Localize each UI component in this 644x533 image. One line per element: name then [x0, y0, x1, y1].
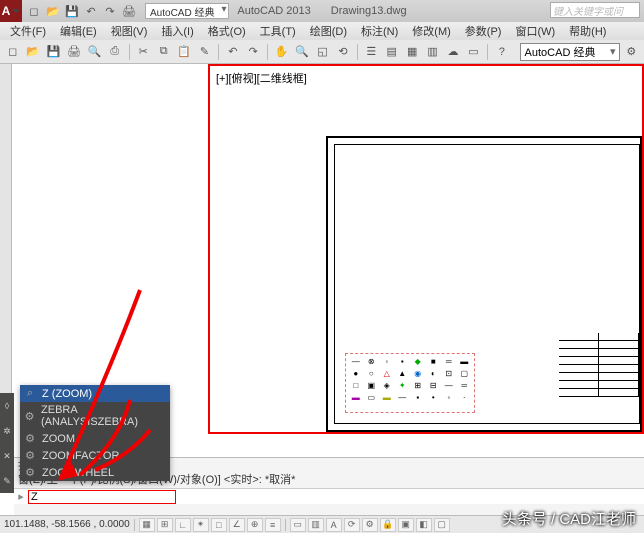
menu-modify[interactable]: 修改(M) [406, 23, 457, 39]
cmd-icon: ⚙ [24, 410, 35, 423]
ortho-toggle[interactable]: ∟ [175, 518, 191, 532]
tool-palette-icon[interactable]: ▦ [403, 43, 420, 61]
qat-new-icon[interactable]: ◻ [26, 3, 42, 19]
clean-screen-toggle[interactable]: ▢ [434, 518, 450, 532]
qat-undo-icon[interactable]: ↶ [83, 3, 99, 19]
title-bar: A ◻ 📂 💾 ↶ ↷ 🖨 AutoCAD 经典 AutoCAD 2013 Dr… [0, 0, 644, 22]
redo-icon[interactable]: ↷ [245, 43, 262, 61]
menu-draw[interactable]: 绘图(D) [304, 23, 353, 39]
lock-toggle[interactable]: 🔒 [380, 518, 396, 532]
undo-icon[interactable]: ↶ [224, 43, 241, 61]
polar-toggle[interactable]: ✴ [193, 518, 209, 532]
cmd-icon: ⚙ [24, 466, 36, 479]
annotation-vis-toggle[interactable]: ⟳ [344, 518, 360, 532]
hardware-accel-toggle[interactable]: ▣ [398, 518, 414, 532]
viewport-frame: [+][俯视][二维线框] —⊗◦▪◆■═▬ ●○△▲◉◐⊡▢ □▣◈✦⊞⊟—═… [208, 64, 644, 434]
cut-icon[interactable]: ✂ [135, 43, 152, 61]
menu-edit[interactable]: 编辑(E) [54, 23, 103, 39]
autocomplete-item[interactable]: ⚙ZOOMFACTOR [20, 447, 170, 464]
palette-lightbulb-icon[interactable]: ◊ [2, 401, 12, 411]
command-input[interactable] [28, 490, 176, 504]
publish-icon[interactable]: ⎙ [106, 43, 123, 61]
drawing-canvas[interactable]: [+][俯视][二维线框] —⊗◦▪◆■═▬ ●○△▲◉◐⊡▢ □▣◈✦⊞⊟—═… [12, 64, 644, 439]
workspace-switch[interactable]: ⚙ [362, 518, 378, 532]
plot-icon[interactable]: 🖨 [65, 43, 82, 61]
status-bar: 101.1488, -58.1566 , 0.0000 ▦ ⊞ ∟ ✴ □ ∠ … [0, 515, 644, 533]
workspace-dropdown[interactable]: AutoCAD 经典 [145, 3, 229, 19]
drawing-paper: —⊗◦▪◆■═▬ ●○△▲◉◐⊡▢ □▣◈✦⊞⊟—═ ▬▭▬—▪•◦· [326, 136, 642, 432]
copy-icon[interactable]: ⧉ [155, 43, 172, 61]
drawing-border: —⊗◦▪◆■═▬ ●○△▲◉◐⊡▢ □▣◈✦⊞⊟—═ ▬▭▬—▪•◦· [334, 144, 640, 424]
snap-toggle[interactable]: ▦ [139, 518, 155, 532]
save-icon[interactable]: 💾 [45, 43, 62, 61]
coordinates-readout: 101.1488, -58.1566 , 0.0000 [4, 519, 130, 530]
help-search-input[interactable]: 键入关键字或问 [550, 2, 640, 18]
new-icon[interactable]: ◻ [4, 43, 21, 61]
menu-bar: 文件(F) 编辑(E) 视图(V) 插入(I) 格式(O) 工具(T) 绘图(D… [0, 22, 644, 40]
standard-toolbar: ◻ 📂 💾 🖨 🔍 ⎙ ✂ ⧉ 📋 ✎ ↶ ↷ ✋ 🔍 ◱ ⟲ ☰ ▤ ▦ ▥ … [0, 40, 644, 64]
calc-icon[interactable]: ▭ [465, 43, 482, 61]
model-toggle[interactable]: ▭ [290, 518, 306, 532]
command-prompt-icon: ▸ [14, 490, 28, 503]
autocomplete-item[interactable]: ⚙ZEBRA (ANALYSISZEBRA) [20, 402, 170, 430]
symbol-legend: —⊗◦▪◆■═▬ ●○△▲◉◐⊡▢ □▣◈✦⊞⊟—═ ▬▭▬—▪•◦· [345, 353, 475, 413]
markup-icon[interactable]: ☁ [444, 43, 461, 61]
quickview-toggle[interactable]: ▥ [308, 518, 324, 532]
workspace-combo[interactable]: AutoCAD 经典 [520, 43, 620, 61]
gear-icon[interactable]: ⚙ [623, 43, 640, 61]
open-icon[interactable]: 📂 [24, 43, 41, 61]
zoom-prev-icon[interactable]: ⟲ [334, 43, 351, 61]
menu-dimension[interactable]: 标注(N) [355, 23, 404, 39]
app-title: AutoCAD 2013 [237, 5, 310, 17]
menu-insert[interactable]: 插入(I) [155, 23, 199, 39]
app-menu-button[interactable]: A [0, 0, 22, 22]
work-area: [+][俯视][二维线框] —⊗◦▪◆■═▬ ●○△▲◉◐⊡▢ □▣◈✦⊞⊟—═… [0, 64, 644, 439]
autocomplete-item[interactable]: ⚙ZOOM [20, 430, 170, 447]
palette-gear-icon[interactable]: ✲ [2, 426, 12, 436]
title-block [559, 333, 639, 413]
qat-redo-icon[interactable]: ↷ [102, 3, 118, 19]
menu-window[interactable]: 窗口(W) [509, 23, 561, 39]
properties-icon[interactable]: ☰ [363, 43, 380, 61]
palette-close-icon[interactable]: ✕ [2, 451, 12, 461]
menu-file[interactable]: 文件(F) [4, 23, 52, 39]
grid-toggle[interactable]: ⊞ [157, 518, 173, 532]
match-icon[interactable]: ✎ [196, 43, 213, 61]
cmd-icon: ⌕ [24, 387, 36, 400]
menu-help[interactable]: 帮助(H) [563, 23, 612, 39]
palette-handle[interactable]: ◊ ✲ ✕ ✎ [0, 393, 14, 493]
design-center-icon[interactable]: ▤ [383, 43, 400, 61]
command-autocomplete: ⌕Z (ZOOM) ⚙ZEBRA (ANALYSISZEBRA) ⚙ZOOM ⚙… [20, 385, 170, 481]
isolate-toggle[interactable]: ◧ [416, 518, 432, 532]
quick-access-toolbar: ◻ 📂 💾 ↶ ↷ 🖨 [26, 3, 137, 19]
menu-parametric[interactable]: 参数(P) [459, 23, 508, 39]
menu-format[interactable]: 格式(O) [202, 23, 252, 39]
document-title: Drawing13.dwg [331, 5, 407, 17]
qat-save-icon[interactable]: 💾 [64, 3, 80, 19]
dyn-toggle[interactable]: ⊕ [247, 518, 263, 532]
zoom-realtime-icon[interactable]: 🔍 [293, 43, 310, 61]
cmd-icon: ⚙ [24, 449, 36, 462]
palette-wrench-icon[interactable]: ✎ [2, 476, 12, 486]
otrack-toggle[interactable]: ∠ [229, 518, 245, 532]
autocomplete-item[interactable]: ⌕Z (ZOOM) [20, 385, 170, 402]
pan-icon[interactable]: ✋ [273, 43, 290, 61]
annotation-scale[interactable]: A [326, 518, 342, 532]
menu-tools[interactable]: 工具(T) [254, 23, 302, 39]
left-toolbar[interactable] [0, 64, 12, 439]
cmd-icon: ⚙ [24, 432, 36, 445]
paste-icon[interactable]: 📋 [175, 43, 192, 61]
osnap-toggle[interactable]: □ [211, 518, 227, 532]
autocomplete-item[interactable]: ⚙ZOOMWHEEL [20, 464, 170, 481]
qat-open-icon[interactable]: 📂 [45, 3, 61, 19]
help-icon[interactable]: ? [493, 43, 510, 61]
viewport-label[interactable]: [+][俯视][二维线框] [216, 70, 307, 86]
preview-icon[interactable]: 🔍 [86, 43, 103, 61]
lwt-toggle[interactable]: ≡ [265, 518, 281, 532]
menu-view[interactable]: 视图(V) [105, 23, 154, 39]
zoom-window-icon[interactable]: ◱ [314, 43, 331, 61]
sheet-set-icon[interactable]: ▥ [424, 43, 441, 61]
qat-print-icon[interactable]: 🖨 [121, 3, 137, 19]
